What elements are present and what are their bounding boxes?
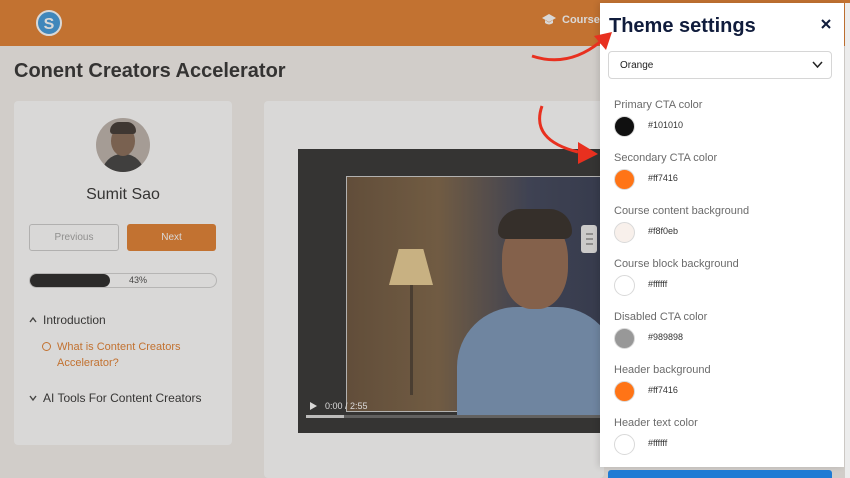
color-hex: #ff7416	[648, 385, 678, 395]
color-swatch[interactable]	[614, 116, 635, 137]
annotation-arrow-icon	[531, 32, 612, 62]
setting-block-background: Course block background #ffffff	[614, 258, 834, 306]
save-button-edge[interactable]	[608, 470, 832, 478]
color-hex: #989898	[648, 332, 684, 342]
color-swatch[interactable]	[614, 328, 635, 349]
color-hex: #ffffff	[648, 279, 668, 289]
setting-primary-cta: Primary CTA color #101010	[614, 99, 834, 147]
annotation-arrow-icon	[538, 105, 598, 164]
panel-title: Theme settings	[609, 15, 756, 37]
color-hex: #ff7416	[648, 173, 678, 183]
color-swatch[interactable]	[614, 275, 635, 296]
setting-content-background: Course content background #f8f0eb	[614, 205, 834, 253]
color-hex: #101010	[648, 120, 684, 130]
setting-label: Course content background	[614, 205, 750, 217]
setting-label: Header background	[614, 364, 711, 376]
color-swatch[interactable]	[614, 381, 635, 402]
setting-label: Primary CTA color	[614, 99, 703, 111]
setting-header-background: Header background #ff7416	[614, 364, 834, 412]
setting-label: Secondary CTA color	[614, 152, 718, 164]
setting-label: Disabled CTA color	[614, 311, 708, 323]
theme-select-value: Orange	[620, 60, 654, 71]
setting-label: Header text color	[614, 417, 698, 429]
theme-settings-panel: Theme settings Orange Primary CTA color …	[600, 3, 844, 467]
setting-disabled-cta: Disabled CTA color #989898	[614, 311, 834, 359]
setting-header-text: Header text color #ffffff	[614, 417, 834, 465]
color-hex: #ffffff	[648, 438, 668, 448]
close-icon[interactable]	[818, 16, 834, 32]
chevron-down-icon	[812, 61, 823, 69]
color-swatch[interactable]	[614, 169, 635, 190]
color-hex: #f8f0eb	[648, 226, 679, 236]
theme-select[interactable]: Orange	[608, 51, 832, 79]
setting-label: Course block background	[614, 258, 739, 270]
setting-secondary-cta: Secondary CTA color #ff7416	[614, 152, 834, 200]
panel-scrollbar[interactable]	[845, 3, 850, 478]
color-swatch[interactable]	[614, 434, 635, 455]
color-swatch[interactable]	[614, 222, 635, 243]
